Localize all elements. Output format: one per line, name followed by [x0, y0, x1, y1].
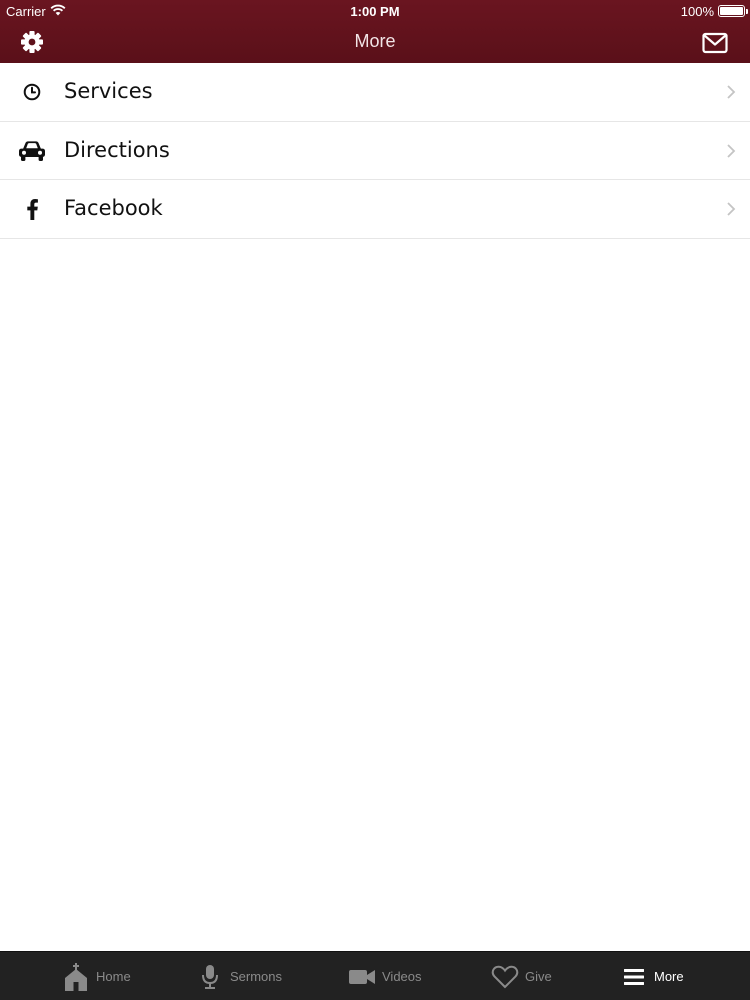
car-icon [17, 139, 47, 163]
tab-label: More [654, 969, 684, 984]
battery-percent: 100% [680, 4, 714, 19]
menu-icon [620, 963, 648, 991]
clock-icon [17, 80, 47, 104]
battery-icon [718, 5, 748, 17]
menu-item-label: Directions [64, 137, 170, 162]
video-camera-icon [348, 963, 376, 991]
status-bar: Carrier 1:00 PM 100% [0, 0, 750, 22]
tab-home[interactable]: Home [62, 952, 131, 1000]
tab-bar: Home Sermons Videos Give More [0, 951, 750, 1000]
tab-give[interactable]: Give [491, 952, 552, 1000]
menu-item-label: Services [64, 79, 153, 103]
top-bar: Carrier 1:00 PM 100% More [0, 0, 750, 63]
chevron-right-icon [727, 143, 736, 158]
tab-videos[interactable]: Videos [348, 952, 422, 1000]
heart-icon [491, 963, 519, 991]
church-icon [62, 962, 90, 991]
chevron-right-icon [727, 85, 736, 99]
tab-label: Home [96, 969, 131, 984]
tab-label: Give [525, 969, 552, 984]
clock-label: 1:00 PM [350, 4, 400, 19]
menu-item-directions[interactable]: Directions [0, 121, 750, 180]
more-menu-list: Services Directions Facebook [0, 63, 750, 239]
menu-item-label: Facebook [64, 196, 163, 220]
navigation-bar: More [0, 22, 750, 63]
microphone-icon [196, 963, 224, 991]
tab-label: Sermons [230, 969, 283, 984]
tab-sermons[interactable]: Sermons [196, 952, 282, 1000]
page-title: More [354, 31, 396, 51]
tab-more[interactable]: More [620, 952, 684, 1000]
menu-item-services[interactable]: Services [0, 63, 750, 122]
facebook-icon [17, 197, 47, 221]
chevron-right-icon [727, 202, 736, 216]
menu-item-facebook[interactable]: Facebook [0, 180, 750, 239]
tab-label: Videos [382, 969, 422, 984]
mail-icon[interactable] [702, 32, 728, 54]
